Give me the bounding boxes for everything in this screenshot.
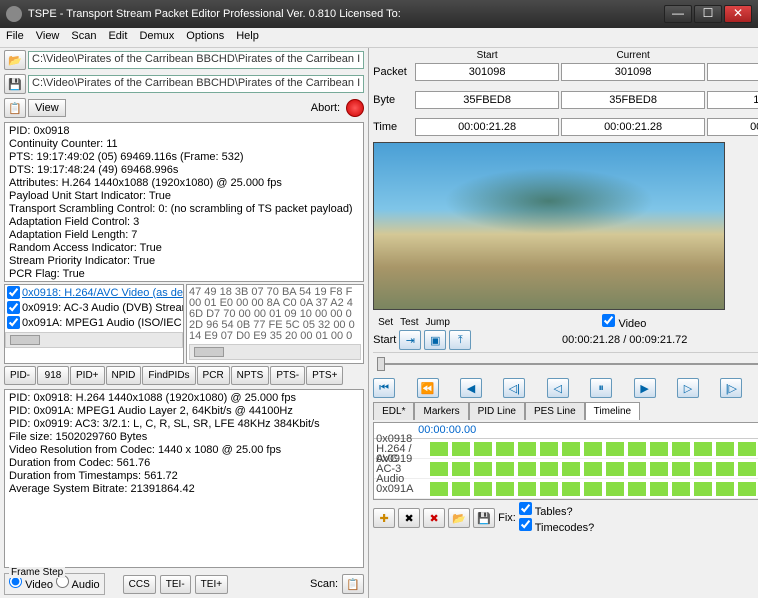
scan-button[interactable]: 📋: [342, 574, 364, 594]
menu-view[interactable]: View: [36, 30, 60, 45]
save-path-field[interactable]: C:\Video\Pirates of the Carribean BBCHD\…: [28, 75, 364, 93]
menu-demux[interactable]: Demux: [139, 30, 174, 45]
save-icon-2[interactable]: 💾: [473, 508, 495, 528]
npts-button[interactable]: NPTS: [231, 366, 270, 385]
rewind-full-button[interactable]: ⏮: [373, 378, 395, 398]
delete-button[interactable]: ✖: [398, 508, 420, 528]
remove-button[interactable]: ✖: [423, 508, 445, 528]
menu-scan[interactable]: Scan: [71, 30, 96, 45]
pcr-button[interactable]: PCR: [197, 366, 230, 385]
maximize-button[interactable]: ☐: [694, 5, 722, 23]
menu-help[interactable]: Help: [236, 30, 259, 45]
hex-view[interactable]: 47 49 18 3B 07 70 BA 54 19 F8 F 00 01 E0…: [186, 284, 364, 364]
timeline-track-0919: 0x0919AC-3 Audio: [374, 459, 758, 479]
abort-button[interactable]: [346, 99, 364, 117]
time-end-field[interactable]: [707, 118, 758, 136]
menubar: File View Scan Edit Demux Options Help: [0, 28, 758, 48]
pid-checkbox-0918: 0x0918: H.264/AVC Video (as defi: [5, 285, 183, 300]
fix-label: Fix:: [498, 512, 516, 524]
pid-minus-button[interactable]: PID-: [4, 366, 36, 385]
tei-minus-button[interactable]: TEI-: [160, 575, 191, 594]
fix-timecodes-checkbox: Timecodes?: [519, 522, 594, 534]
add-button[interactable]: ✚: [373, 508, 395, 528]
frame-back-button[interactable]: ◁|: [503, 378, 525, 398]
close-button[interactable]: ✕: [724, 5, 752, 23]
pid-checkbox-091a: 0x091A: MPEG1 Audio (ISO/IEC 1: [5, 315, 183, 330]
open-icon[interactable]: 📂: [448, 508, 470, 528]
step-back-button[interactable]: ◀: [460, 378, 482, 398]
timeline-panel[interactable]: 00:00:00.0000:09:21.72 0x0918H.264 / AVC…: [373, 422, 758, 500]
pts-plus-button[interactable]: PTS+: [306, 366, 343, 385]
byte-end-field[interactable]: [707, 91, 758, 109]
frame-video-radio: Video: [9, 579, 53, 591]
pid-list[interactable]: 0x0918: H.264/AVC Video (as defi 0x0919:…: [4, 284, 184, 364]
view-button[interactable]: View: [28, 99, 66, 117]
frame-fwd-button[interactable]: |▷: [720, 378, 742, 398]
timeline-track-091a: 0x091A: [374, 479, 758, 499]
tab-timeline[interactable]: Timeline: [585, 402, 640, 420]
packet-info-pane[interactable]: PID: 0x0918 Continuity Counter: 11 PTS: …: [4, 122, 364, 282]
frame-step-group: Frame Step Video Audio: [4, 573, 105, 595]
packet-end-field[interactable]: [707, 63, 758, 81]
npid-button[interactable]: NPID: [106, 366, 142, 385]
time-start-field[interactable]: [415, 118, 559, 136]
pid-plus-button[interactable]: PID+: [70, 366, 105, 385]
time-current-field[interactable]: [561, 118, 705, 136]
menu-file[interactable]: File: [6, 30, 24, 45]
set-start-button[interactable]: ⇥: [399, 330, 421, 350]
tab-pesline[interactable]: PES Line: [525, 402, 585, 420]
window-title: TSPE - Transport Stream Packet Editor Pr…: [28, 8, 664, 20]
tab-markers[interactable]: Markers: [414, 402, 468, 420]
scan-label: Scan:: [310, 578, 338, 590]
packet-start-field[interactable]: [415, 63, 559, 81]
open-path-field[interactable]: C:\Video\Pirates of the Carribean BBCHD\…: [28, 51, 364, 69]
tab-pidline[interactable]: PID Line: [469, 402, 525, 420]
byte-current-field[interactable]: [561, 91, 705, 109]
menu-edit[interactable]: Edit: [108, 30, 127, 45]
abort-label: Abort:: [311, 102, 340, 114]
prev-button[interactable]: ◁: [547, 378, 569, 398]
tei-plus-button[interactable]: TEI+: [195, 575, 228, 594]
minimize-button[interactable]: —: [664, 5, 692, 23]
timeline-track-0918: 0x0918H.264 / AVC: [374, 439, 758, 459]
ccs-button[interactable]: CCS: [123, 575, 156, 594]
play-button[interactable]: ▶: [634, 378, 656, 398]
position-slider[interactable]: [373, 352, 758, 374]
packet-current-field[interactable]: [561, 63, 705, 81]
pts-minus-button[interactable]: PTS-: [270, 366, 305, 385]
pause-button[interactable]: ⏸: [590, 378, 612, 398]
position-grid: Start Current End Packet Byte Hex Time: [369, 48, 758, 138]
next-button[interactable]: ▷: [677, 378, 699, 398]
video-checkbox: Video: [602, 314, 646, 330]
findpids-button[interactable]: FindPIDs: [142, 366, 195, 385]
view-icon[interactable]: 📋: [4, 98, 26, 118]
save-icon[interactable]: 💾: [4, 74, 26, 94]
titlebar: TSPE - Transport Stream Packet Editor Pr…: [0, 0, 758, 28]
byte-start-field[interactable]: [415, 91, 559, 109]
jump-start-button[interactable]: ⤒: [449, 330, 471, 350]
app-icon: [6, 6, 22, 22]
tab-bar: EDL* Markers PID Line PES Line Timeline: [369, 400, 758, 422]
status-text: I Slice: [369, 536, 758, 551]
start-label: Start: [373, 334, 396, 346]
transport-controls: ⏮ ⏪ ◀ ◁| ◁ ⏸ ▶ ▷ |▷ ▶ ⏩ ⏭: [369, 376, 758, 400]
frame-audio-radio: Audio: [56, 579, 100, 591]
stream-summary-pane[interactable]: PID: 0x0918: H.264 1440x1088 (1920x1080)…: [4, 389, 364, 568]
video-preview: [373, 142, 725, 310]
test-start-button[interactable]: ▣: [424, 330, 446, 350]
rewind-fast-button[interactable]: ⏪: [417, 378, 439, 398]
fix-tables-checkbox: Tables?: [519, 506, 573, 518]
pid-checkbox-0919: 0x0919: AC-3 Audio (DVB) Stream: [5, 300, 183, 315]
open-folder-icon[interactable]: 📂: [4, 50, 26, 70]
position-display: 00:00:21.28 / 00:09:21.72: [474, 334, 758, 346]
tab-edl[interactable]: EDL*: [373, 402, 414, 420]
menu-options[interactable]: Options: [186, 30, 224, 45]
pid-value-field[interactable]: [37, 366, 69, 385]
